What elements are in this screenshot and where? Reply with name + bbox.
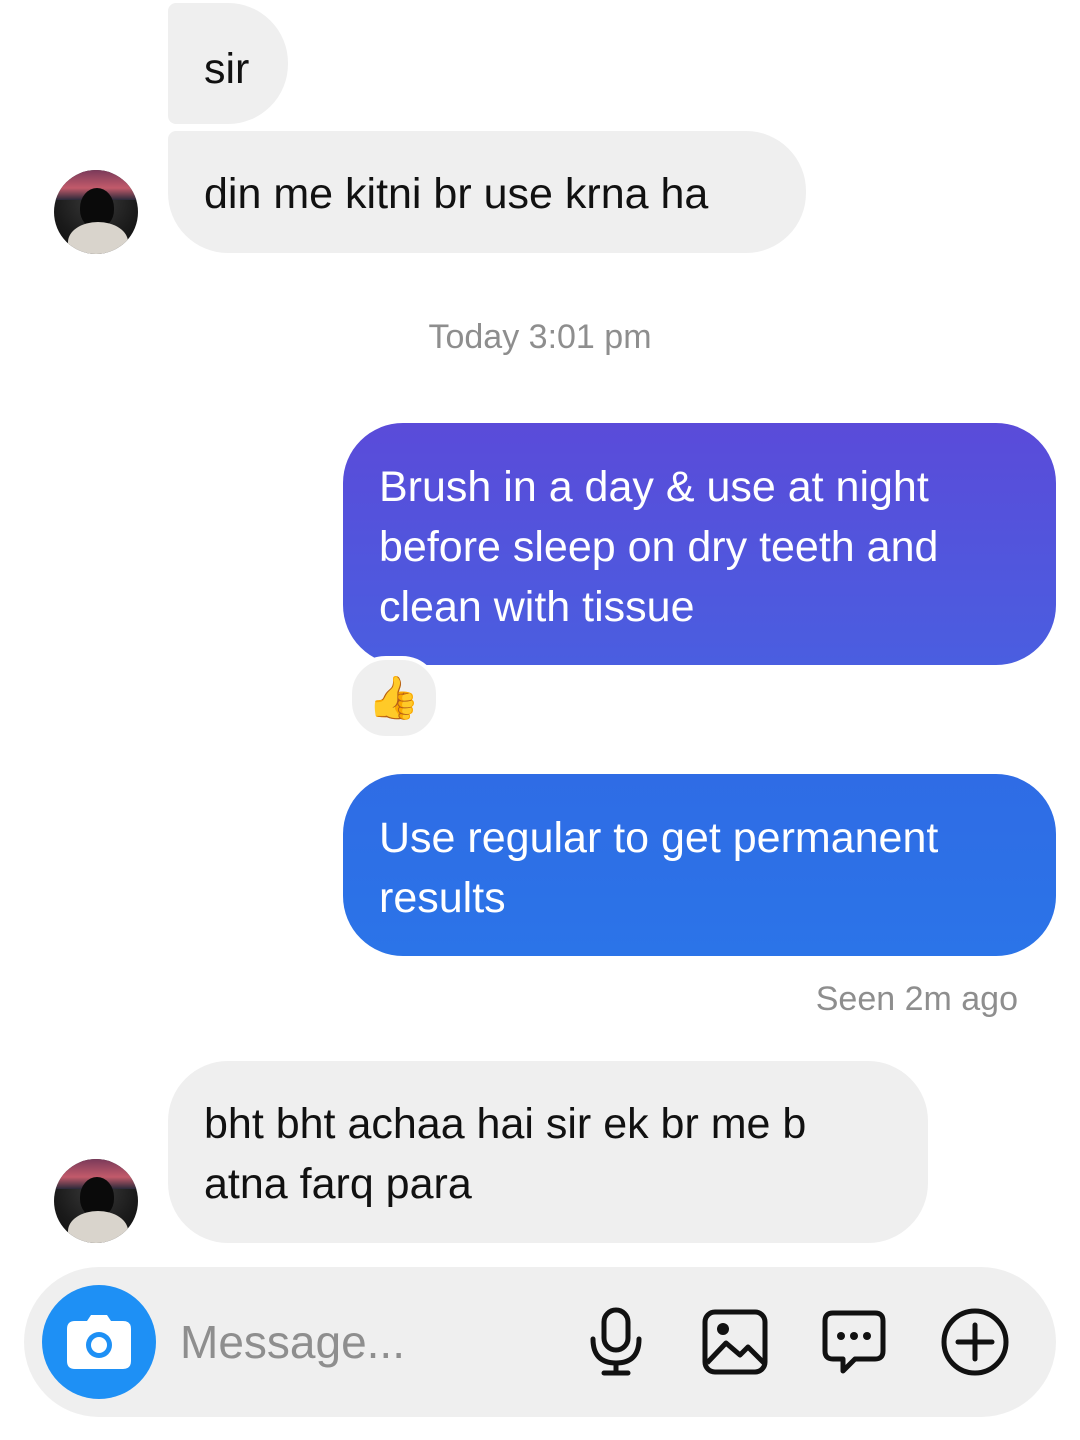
message-text: din me kitni br use krna ha (204, 170, 709, 218)
outgoing-message[interactable]: Brush in a day & use at night before sle… (343, 423, 1056, 665)
outgoing-message[interactable]: Use regular to get permanent results (343, 774, 1056, 956)
message-text: Use regular to get permanent results (379, 814, 939, 922)
thumbs-up-reaction[interactable]: 👍 (348, 656, 440, 740)
avatar[interactable] (54, 170, 138, 254)
camera-icon (67, 1315, 131, 1369)
seen-status: Seen 2m ago (815, 980, 1018, 1018)
message-input[interactable] (180, 1312, 560, 1372)
gallery-button[interactable] (697, 1304, 773, 1380)
chat-screen: sir din me kitni br use krna ha Today 3:… (0, 0, 1080, 1440)
timestamp: Today 3:01 pm (428, 318, 652, 356)
thumbs-up-icon: 👍 (367, 673, 421, 721)
avatar-body (68, 1211, 128, 1243)
avatar[interactable] (54, 1159, 138, 1243)
message-text: Brush in a day & use at night before sle… (379, 463, 939, 631)
message-text: sir (204, 45, 250, 93)
sticker-icon (822, 1310, 886, 1374)
incoming-message[interactable]: bht bht achaa hai sir ek br me b atna fa… (168, 1061, 928, 1243)
microphone-button[interactable] (578, 1304, 654, 1380)
sticker-button[interactable] (816, 1304, 892, 1380)
gallery-icon (702, 1309, 768, 1375)
incoming-message[interactable]: din me kitni br use krna ha (168, 131, 806, 253)
plus-icon (941, 1308, 1009, 1376)
camera-button[interactable] (42, 1285, 156, 1399)
add-button[interactable] (937, 1304, 1013, 1380)
microphone-icon (590, 1307, 642, 1376)
incoming-message[interactable]: sir (168, 3, 288, 124)
message-text: bht bht achaa hai sir ek br me b atna fa… (204, 1100, 807, 1208)
avatar-body (68, 222, 128, 254)
